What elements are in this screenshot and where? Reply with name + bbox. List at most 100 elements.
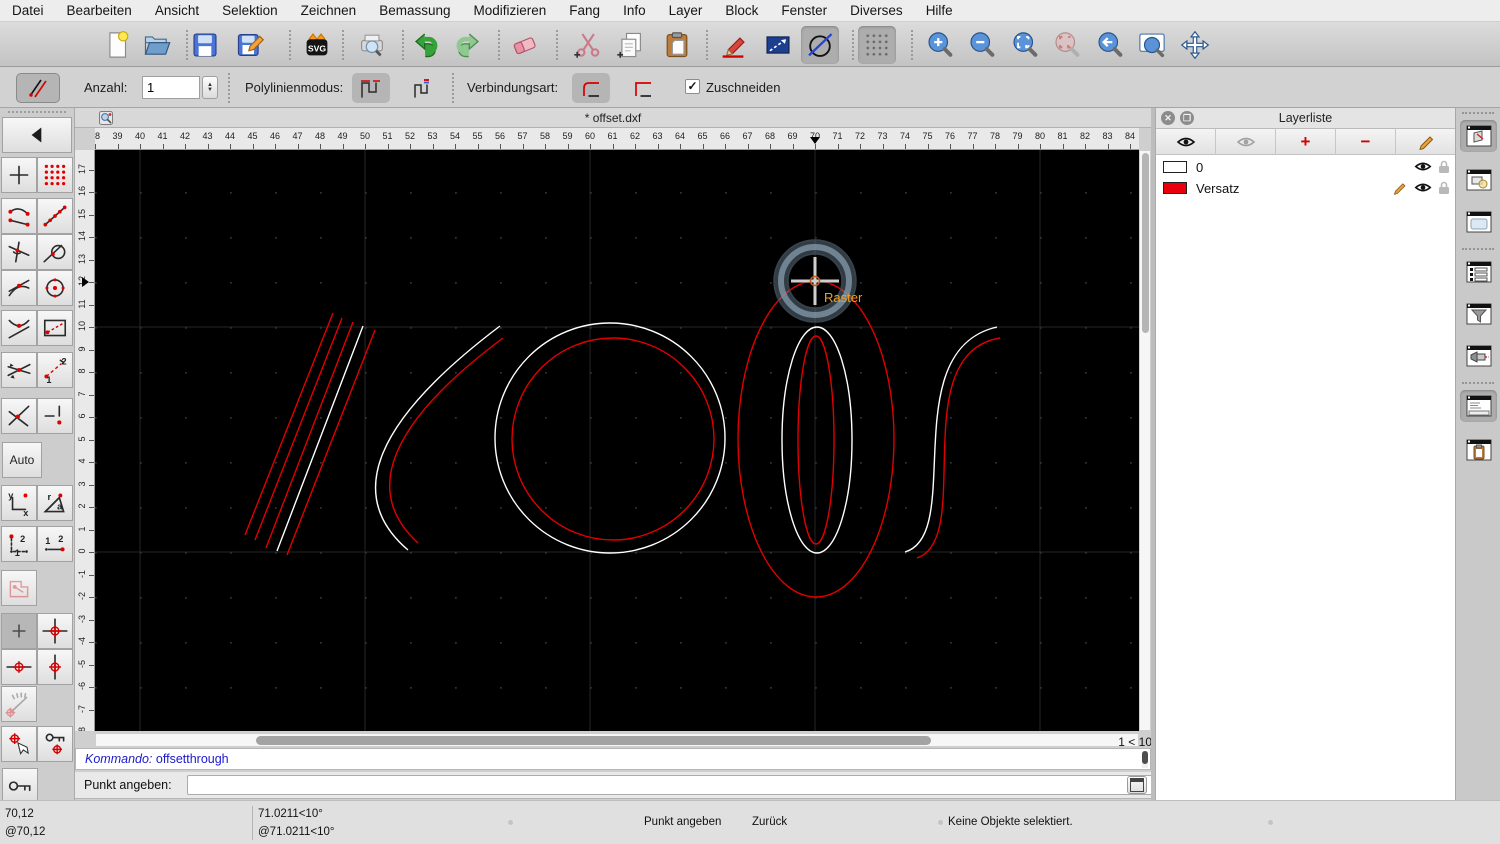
svg-export-button[interactable]: SVG — [298, 26, 336, 64]
restrict-angle-button[interactable] — [1, 686, 37, 722]
layer-color-swatch[interactable] — [1163, 161, 1187, 173]
v-scrollbar-thumb[interactable] — [1142, 153, 1149, 333]
layer-lock-icon[interactable] — [1438, 181, 1450, 195]
snap-intersection-x-button[interactable] — [1, 398, 37, 434]
circle-line-tool-button[interactable] — [801, 26, 839, 64]
lock-relative-zero-button[interactable] — [37, 726, 73, 762]
save-as-button[interactable] — [231, 26, 269, 64]
snap-auto-button[interactable]: Auto — [2, 442, 42, 478]
print-preview-button[interactable] — [353, 26, 391, 64]
menu-item-zeichnen[interactable]: Zeichnen — [301, 3, 357, 18]
save-button[interactable] — [186, 26, 224, 64]
undo-button[interactable] — [408, 26, 446, 64]
relative-zero-lock-button[interactable] — [2, 768, 38, 804]
menu-item-info[interactable]: Info — [623, 3, 646, 18]
h-scrollbar-thumb[interactable] — [256, 736, 931, 745]
snap-tangent-button[interactable] — [37, 234, 73, 270]
snap-distance-button[interactable]: 12 — [37, 352, 73, 388]
count-input[interactable] — [142, 76, 200, 99]
layer-color-swatch[interactable] — [1163, 182, 1187, 194]
snap-perpendicular-button[interactable] — [1, 234, 37, 270]
selection-rect-button[interactable] — [759, 26, 797, 64]
layer-lock-icon[interactable] — [1438, 160, 1450, 174]
menu-item-layer[interactable]: Layer — [669, 3, 703, 18]
remove-layer-button[interactable]: − — [1336, 129, 1396, 154]
set-relative-zero-button[interactable] — [1, 726, 37, 762]
restrict-nothing-button[interactable] — [1, 613, 37, 649]
clipboard-panel-toggle-button[interactable] — [1460, 434, 1497, 466]
toggle-command-widget-button[interactable] — [1127, 776, 1147, 794]
show-all-layers-button[interactable] — [1156, 129, 1216, 154]
layer-visible-icon[interactable] — [1414, 160, 1432, 173]
edit-pencil-button[interactable] — [714, 26, 752, 64]
snap-free-button[interactable] — [1, 157, 37, 193]
relative-corner-button[interactable]: 12 — [1, 526, 37, 562]
new-document-button[interactable] — [99, 26, 137, 64]
restrict-vertical-button[interactable] — [37, 649, 73, 685]
layer-row-versatz[interactable]: Versatz — [1156, 178, 1455, 199]
menu-item-bemassung[interactable]: Bemassung — [379, 3, 450, 18]
cut-button[interactable] — [568, 26, 606, 64]
join-sharp-button[interactable] — [624, 73, 662, 103]
layer-visible-icon[interactable] — [1414, 181, 1432, 194]
menu-item-ansicht[interactable]: Ansicht — [155, 3, 199, 18]
paste-button[interactable] — [658, 26, 696, 64]
layer-list-toggle-button[interactable] — [1460, 120, 1497, 152]
previous-view-button[interactable] — [1091, 26, 1129, 64]
pan-button[interactable] — [1176, 26, 1214, 64]
menu-item-selektion[interactable]: Selektion — [222, 3, 278, 18]
menu-item-datei[interactable]: Datei — [12, 3, 44, 18]
grid-toggle-button[interactable] — [858, 26, 896, 64]
zoom-out-button[interactable] — [963, 26, 1001, 64]
snap-intersection-button[interactable] — [1, 310, 37, 346]
redo-button[interactable] — [448, 26, 486, 64]
relative-flat-button[interactable]: 12 — [37, 526, 73, 562]
pattern-toggle-button[interactable] — [1460, 340, 1497, 372]
snap-center-button[interactable] — [37, 270, 73, 306]
drawing-canvas[interactable]: Raster — [95, 150, 1139, 731]
snap-endpoints-button[interactable] — [1, 198, 37, 234]
block-list-toggle-button[interactable] — [1460, 164, 1497, 196]
zoom-selection-button[interactable] — [1048, 26, 1086, 64]
restrict-horizontal-button[interactable] — [1, 649, 37, 685]
zoom-in-button[interactable] — [921, 26, 959, 64]
menu-item-hilfe[interactable]: Hilfe — [926, 3, 953, 18]
selection-filter-toggle-button[interactable] — [1460, 298, 1497, 330]
count-stepper[interactable]: ▲ ▼ — [202, 76, 218, 99]
view-list-toggle-button[interactable] — [1460, 206, 1497, 238]
add-layer-button[interactable]: + — [1276, 129, 1336, 154]
restrict-orthogonal-button[interactable] — [37, 613, 73, 649]
snap-grid-button[interactable] — [37, 157, 73, 193]
edit-layer-button[interactable] — [1396, 129, 1455, 154]
snap-auto-intersection-button[interactable] — [1, 352, 37, 388]
coordinate-polar-button[interactable]: ra — [37, 485, 73, 521]
snap-on-entity-button[interactable] — [37, 198, 73, 234]
polyline-mode-on-button[interactable] — [352, 73, 390, 103]
auto-zoom-button[interactable] — [1006, 26, 1044, 64]
offset-tool-button[interactable] — [16, 73, 60, 103]
zoom-window-button[interactable] — [1133, 26, 1171, 64]
palette-drag-handle[interactable] — [8, 111, 66, 113]
snap-middle-button[interactable] — [1, 270, 37, 306]
canvas-h-scrollbar[interactable] — [95, 733, 1139, 747]
menu-item-modifizieren[interactable]: Modifizieren — [474, 3, 547, 18]
command-line-toggle-button[interactable] — [1460, 390, 1497, 422]
widget-toolbar-handle[interactable] — [1462, 112, 1494, 114]
command-history[interactable]: Kommando: offsetthrough — [75, 748, 1151, 770]
trim-checkbox[interactable]: ✓ — [685, 79, 700, 94]
menu-item-diverses[interactable]: Diverses — [850, 3, 903, 18]
palette-back-button[interactable] — [2, 117, 72, 153]
menu-item-fenster[interactable]: Fenster — [781, 3, 827, 18]
polyline-mode-off-button[interactable] — [404, 73, 442, 103]
layer-row-0[interactable]: 0 — [1156, 157, 1455, 178]
command-history-scrollbar[interactable] — [1142, 751, 1148, 768]
snap-reference-button[interactable] — [37, 310, 73, 346]
coordinate-cartesian-button[interactable]: yx — [1, 485, 37, 521]
delete-button[interactable] — [506, 26, 544, 64]
menu-item-fang[interactable]: Fang — [569, 3, 600, 18]
hide-all-layers-button[interactable] — [1216, 129, 1276, 154]
open-file-button[interactable] — [138, 26, 176, 64]
canvas-v-scrollbar[interactable] — [1139, 150, 1151, 731]
snap-restriction-button[interactable] — [37, 398, 73, 434]
snap-reference-points-button[interactable] — [1, 570, 37, 606]
